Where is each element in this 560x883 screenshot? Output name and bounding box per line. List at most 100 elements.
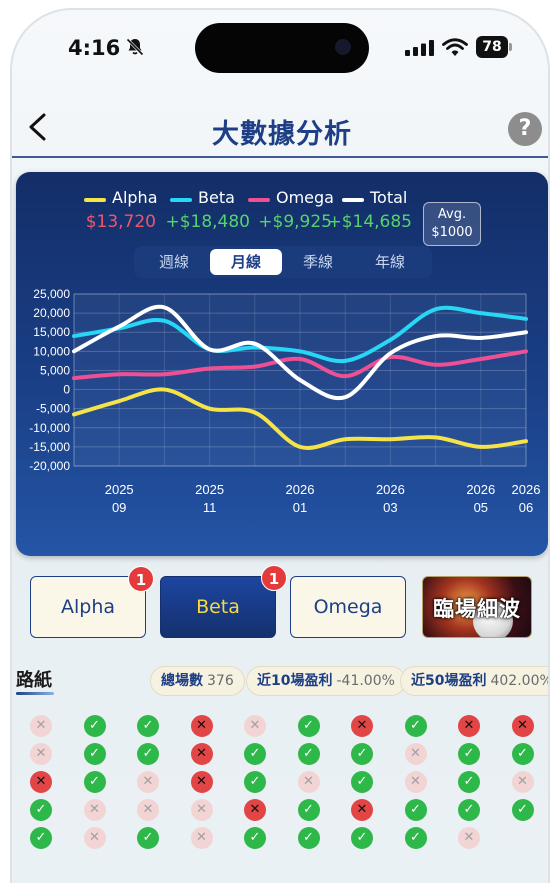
- legend-swatch-beta: [170, 198, 192, 202]
- bet-tab-omega-label: Omega: [313, 596, 383, 618]
- x-tick-year: 2025: [195, 482, 224, 497]
- road-cell-void: ✕: [190, 799, 213, 821]
- road-cell-void: ✕: [404, 743, 427, 765]
- bet-tab-alpha-label: Alpha: [60, 596, 116, 618]
- road-cell-win: ✓: [137, 743, 159, 765]
- stat-last50-key: 近50場盈利: [411, 673, 487, 689]
- road-title: 路紙: [16, 670, 52, 691]
- road-cell-void: ✕: [137, 771, 159, 793]
- stat-total-matches: 總場數 376: [150, 666, 245, 696]
- x-tick-month: 05: [474, 500, 488, 515]
- live-banner[interactable]: 臨場細波: [422, 576, 532, 638]
- y-tick-label: -5,000: [36, 402, 70, 416]
- legend-name-alpha: Alpha: [112, 188, 158, 207]
- legend-swatch-total: [342, 198, 364, 202]
- road-cell-win: ✓: [244, 743, 266, 765]
- road-cell-void: ✕: [404, 771, 427, 793]
- road-cell-win: ✓: [297, 743, 320, 765]
- stat-last50-value: 402.00%: [490, 673, 550, 689]
- road-cell-win: ✓: [351, 743, 373, 765]
- bet-tab-beta[interactable]: Beta 1: [160, 565, 287, 638]
- legend-swatch-alpha: [84, 198, 106, 202]
- stat-last10-value: -41.00%: [336, 673, 395, 689]
- tab-quarterly[interactable]: 季線: [282, 249, 354, 275]
- road-cell-loss: ✕: [244, 799, 266, 821]
- x-tick-year: 2026: [286, 482, 315, 497]
- camera-icon: [335, 39, 351, 55]
- road-cell-win: ✓: [83, 715, 106, 737]
- road-cell-win: ✓: [83, 771, 106, 793]
- x-tick-month: 11: [203, 500, 217, 515]
- y-tick-label: -10,000: [29, 421, 70, 435]
- y-tick-label: 15,000: [33, 325, 70, 339]
- x-tick-year: 2026: [376, 482, 405, 497]
- chart-legend: Alpha $13,720 Beta +$18,480 Omega +$9,92…: [16, 188, 548, 246]
- road-cell-void: ✕: [297, 771, 320, 793]
- x-tick-month: 01: [293, 500, 307, 515]
- legend-value-total: +$14,685: [327, 212, 412, 232]
- status-time: 4:16: [68, 36, 121, 60]
- road-cell-loss: ✕: [511, 715, 534, 737]
- y-tick-label: 5,000: [40, 363, 70, 377]
- legend-name-beta: Beta: [198, 188, 235, 207]
- x-tick-month: 09: [112, 500, 126, 515]
- chart-card: Alpha $13,720 Beta +$18,480 Omega +$9,92…: [16, 172, 548, 556]
- battery-level: 78: [476, 36, 508, 58]
- bet-tab-alpha[interactable]: Alpha: [30, 576, 146, 638]
- status-bar: 4:16 78: [12, 10, 548, 90]
- road-cell-win: ✓: [297, 799, 320, 821]
- road-cell-loss: ✕: [458, 715, 480, 737]
- header-divider: [12, 156, 548, 158]
- stat-total-matches-key: 總場數: [161, 673, 203, 689]
- road-cell-win: ✓: [297, 827, 320, 849]
- y-tick-label: 20,000: [33, 306, 70, 320]
- tab-weekly[interactable]: 週線: [138, 249, 210, 275]
- page-title: 大數據分析: [212, 119, 352, 150]
- phone-frame: 4:16 78 大數據分析 ? Alpha $13,720 Beta +$18,…: [0, 0, 560, 883]
- period-selector: 週線 月線 季線 年線: [134, 246, 432, 278]
- road-cell-win: ✓: [511, 799, 534, 821]
- battery-cap: [509, 43, 512, 51]
- avg-value: $1000: [431, 225, 473, 240]
- road-cell-win: ✓: [137, 827, 159, 849]
- road-cell-void: ✕: [83, 827, 106, 849]
- legend-item-omega[interactable]: Omega +$9,925: [248, 188, 334, 238]
- legend-name-total: Total: [370, 188, 408, 207]
- y-tick-label: 0: [63, 383, 70, 397]
- road-cell-win: ✓: [404, 799, 427, 821]
- legend-item-alpha[interactable]: Alpha $13,720: [84, 188, 158, 238]
- avg-button[interactable]: Avg. $1000: [423, 202, 481, 246]
- y-tick-label: -15,000: [29, 440, 70, 454]
- x-tick-month: 03: [383, 500, 397, 515]
- road-cell-loss: ✕: [190, 771, 213, 793]
- bet-tab-omega[interactable]: Omega: [290, 576, 406, 638]
- road-cell-win: ✓: [351, 827, 373, 849]
- legend-item-total[interactable]: Total +$14,685: [327, 188, 412, 238]
- road-cell-win: ✓: [137, 715, 159, 737]
- line-chart: 25,000 20,000 15,000 10,000 5,000 0 -5,000 -10,…: [29, 287, 540, 515]
- tab-yearly[interactable]: 年線: [354, 249, 426, 275]
- x-tick-year: 2026: [466, 482, 495, 497]
- help-button[interactable]: ?: [508, 112, 542, 146]
- road-cell-loss: ✕: [190, 715, 213, 737]
- legend-value-alpha: $13,720: [85, 212, 156, 232]
- legend-item-beta[interactable]: Beta +$18,480: [165, 188, 250, 238]
- road-cell-loss: ✕: [351, 799, 373, 821]
- tab-monthly[interactable]: 月線: [210, 249, 282, 275]
- stat-total-matches-value: 376: [207, 673, 234, 689]
- live-badge: 1: [128, 566, 154, 592]
- bet-tab-beta-label: Beta: [196, 596, 240, 618]
- bell-slash-icon: [126, 38, 144, 56]
- road-title-underline: [16, 692, 54, 695]
- page-header: 大數據分析 ?: [12, 100, 548, 160]
- cellular-signal-icon: [405, 40, 434, 56]
- road-cell-void: ✕: [83, 799, 106, 821]
- road-cell-win: ✓: [244, 827, 266, 849]
- road-cell-win: ✓: [404, 827, 427, 849]
- x-tick-month: 06: [519, 500, 533, 515]
- road-cell-win: ✓: [297, 715, 320, 737]
- stat-last10-key: 近10場盈利: [257, 673, 333, 689]
- legend-value-beta: +$18,480: [165, 212, 250, 232]
- road-cell-win: ✓: [458, 743, 480, 765]
- x-tick-year: 2025: [105, 482, 134, 497]
